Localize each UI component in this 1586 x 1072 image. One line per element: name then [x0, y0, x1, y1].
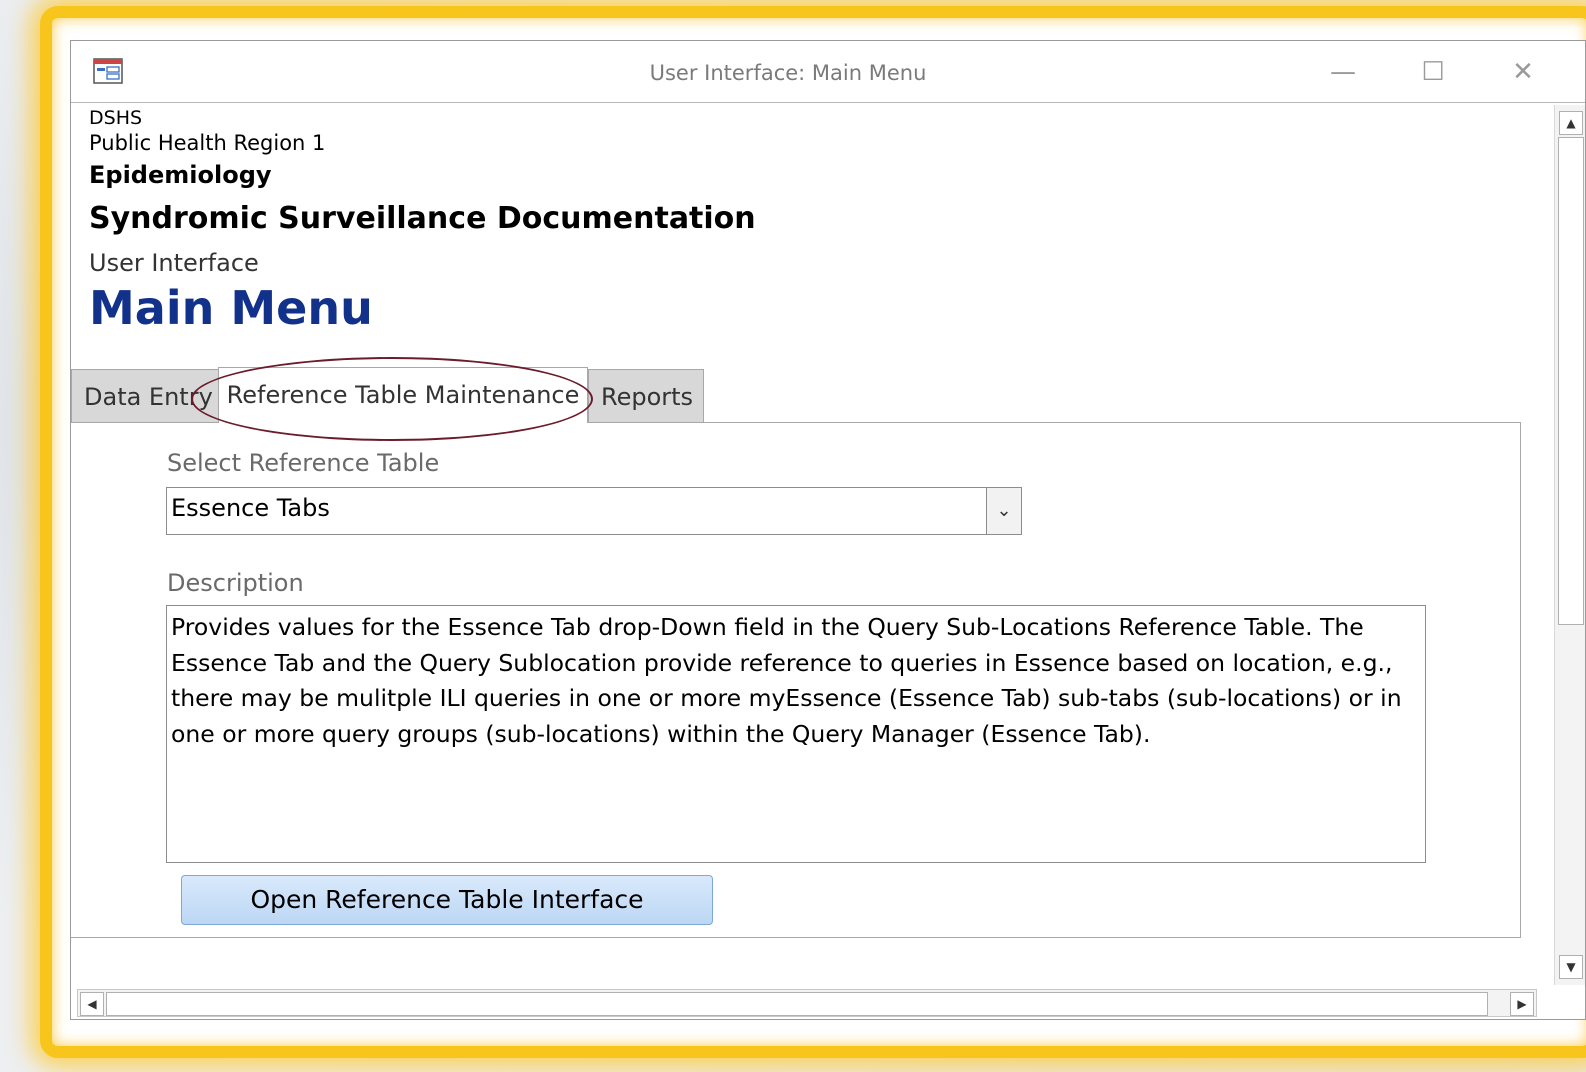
- minimize-button[interactable]: —: [1323, 55, 1363, 89]
- scroll-down-icon[interactable]: ▼: [1559, 955, 1583, 979]
- scroll-right-icon[interactable]: ▶: [1510, 992, 1534, 1016]
- description-label: Description: [167, 569, 304, 597]
- title-bar: User Interface: Main Menu — ☐ ✕: [71, 41, 1585, 103]
- scroll-left-icon[interactable]: ◀: [80, 992, 104, 1016]
- department-label: Epidemiology: [89, 161, 272, 189]
- scroll-up-icon[interactable]: ▲: [1559, 111, 1583, 135]
- select-reference-table-label: Select Reference Table: [167, 449, 440, 477]
- form-content: DSHS Public Health Region 1 Epidemiology…: [71, 103, 1585, 1019]
- close-button[interactable]: ✕: [1503, 55, 1543, 89]
- section-label: User Interface: [89, 249, 259, 277]
- app-window: User Interface: Main Menu — ☐ ✕ DSHS Pub…: [70, 40, 1586, 1020]
- horizontal-scroll-thumb[interactable]: [106, 992, 1488, 1016]
- org-label: DSHS: [89, 107, 143, 129]
- tab-reference-table-maintenance[interactable]: Reference Table Maintenance: [218, 367, 588, 423]
- tab-data-entry[interactable]: Data Entry: [71, 369, 219, 423]
- maximize-button[interactable]: ☐: [1413, 55, 1453, 89]
- open-reference-table-interface-button[interactable]: Open Reference Table Interface: [181, 875, 713, 925]
- vertical-scroll-thumb[interactable]: [1558, 137, 1584, 625]
- tab-reports[interactable]: Reports: [588, 369, 704, 423]
- reference-table-select[interactable]: Essence Tabs ⌄: [166, 487, 1022, 535]
- chevron-down-icon[interactable]: ⌄: [986, 488, 1021, 534]
- vertical-scrollbar[interactable]: ▲ ▼: [1554, 105, 1585, 985]
- reference-table-panel: Select Reference Table Essence Tabs ⌄ De…: [71, 422, 1521, 938]
- system-title: Syndromic Surveillance Documentation: [89, 201, 756, 236]
- region-label: Public Health Region 1: [89, 131, 326, 155]
- reference-table-select-value: Essence Tabs: [171, 494, 330, 522]
- page-title: Main Menu: [89, 281, 373, 335]
- description-field[interactable]: Provides values for the Essence Tab drop…: [166, 605, 1426, 863]
- horizontal-scrollbar[interactable]: ◀ ▶: [77, 989, 1537, 1017]
